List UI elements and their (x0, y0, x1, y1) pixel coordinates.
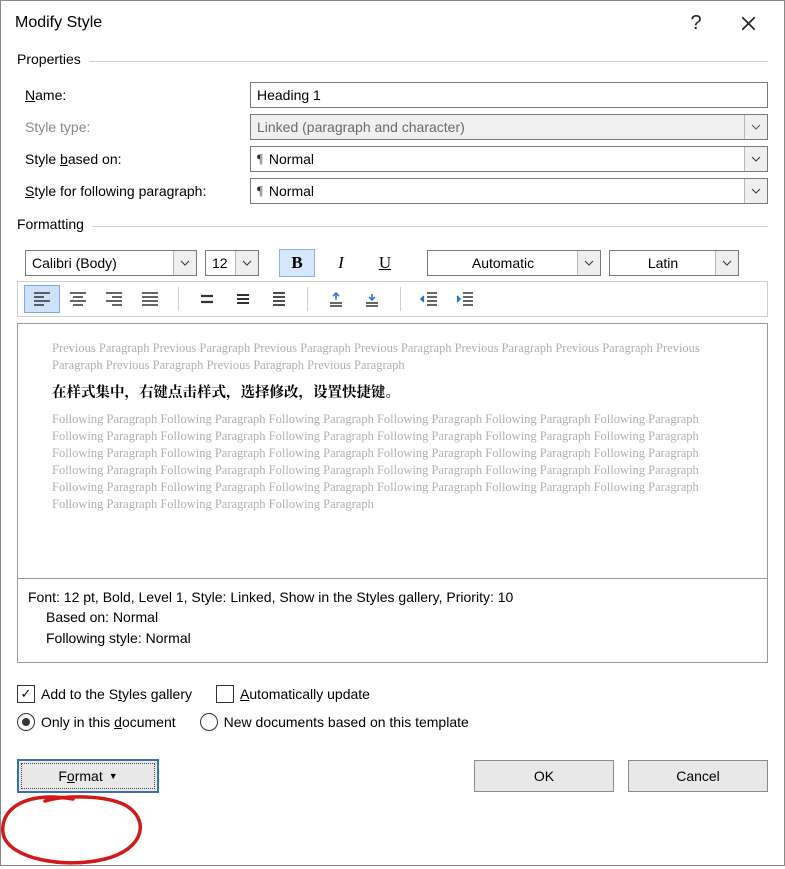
font-size-combo[interactable]: 12 (205, 250, 259, 276)
style-type-label: Style type: (17, 119, 250, 135)
separator (307, 287, 308, 311)
checkbox-checked-icon: ✓ (17, 685, 35, 703)
style-description: Font: 12 pt, Bold, Level 1, Style: Linke… (17, 579, 768, 663)
space-before-decrease-button[interactable] (354, 285, 390, 313)
preview-previous-text: Previous Paragraph Previous Paragraph Pr… (52, 340, 733, 374)
chevron-down-icon[interactable] (173, 251, 196, 275)
font-color-combo[interactable]: Automatic (427, 250, 601, 276)
increase-indent-button[interactable] (447, 285, 483, 313)
chevron-down-icon[interactable] (577, 251, 600, 275)
dialog-button-row: Format ▼ OK Cancel (17, 759, 768, 793)
chevron-down-icon[interactable] (744, 179, 767, 203)
modify-style-dialog: Modify Style ? Properties Name: Style ty… (0, 0, 785, 866)
dropdown-caret-icon: ▼ (109, 771, 118, 781)
chevron-down-icon (744, 115, 767, 139)
style-type-value: Linked (paragraph and character) (257, 119, 465, 135)
options-area: ✓ Add to the Styles gallery Automaticall… (17, 681, 768, 741)
add-to-styles-gallery-checkbox[interactable]: ✓ Add to the Styles gallery (17, 685, 192, 703)
description-line: Font: 12 pt, Bold, Level 1, Style: Linke… (28, 587, 757, 607)
title-bar: Modify Style ? (1, 1, 784, 45)
name-label: Name: (17, 87, 250, 103)
separator (400, 287, 401, 311)
properties-group-label: Properties (17, 51, 89, 67)
line-spacing-single-button[interactable] (189, 285, 225, 313)
separator (178, 287, 179, 311)
radio-unselected-icon (200, 713, 218, 731)
italic-button[interactable]: I (323, 249, 359, 277)
description-line: Based on: Normal (28, 607, 757, 627)
font-name-value: Calibri (Body) (32, 255, 117, 271)
paragraph-toolbar (17, 281, 768, 317)
name-input[interactable] (250, 82, 768, 108)
pilcrow-icon: ¶ (257, 151, 263, 167)
chevron-down-icon[interactable] (235, 251, 258, 275)
only-in-this-document-radio[interactable]: Only in this document (17, 713, 176, 731)
script-value: Latin (648, 255, 678, 271)
cancel-button[interactable]: Cancel (628, 760, 768, 792)
bold-button[interactable]: B (279, 249, 315, 277)
close-icon (741, 16, 756, 31)
line-spacing-medium-button[interactable] (225, 285, 261, 313)
line-spacing-double-button[interactable] (261, 285, 297, 313)
preview-sample-text: 在样式集中，右键点击样式，选择修改，设置快捷键。 (52, 382, 733, 402)
chevron-down-icon[interactable] (744, 147, 767, 171)
style-preview: Previous Paragraph Previous Paragraph Pr… (17, 323, 768, 579)
chevron-down-icon[interactable] (715, 251, 738, 275)
underline-button[interactable]: U (367, 249, 403, 277)
ok-button[interactable]: OK (474, 760, 614, 792)
following-paragraph-combo[interactable]: ¶ Normal (250, 178, 768, 204)
formatting-group-label: Formatting (17, 216, 92, 232)
checkbox-unchecked-icon (216, 685, 234, 703)
properties-group: Properties Name: Style type: Linked (par… (17, 61, 768, 210)
formatting-group: Formatting Calibri (Body) 12 B I U Autom… (17, 226, 768, 663)
automatically-update-checkbox[interactable]: Automatically update (216, 685, 370, 703)
help-button[interactable]: ? (674, 2, 718, 44)
format-button[interactable]: Format ▼ (17, 759, 159, 793)
close-button[interactable] (726, 2, 770, 44)
following-paragraph-label: Style for following paragraph: (17, 183, 250, 199)
based-on-value: Normal (269, 151, 314, 167)
align-center-button[interactable] (60, 285, 96, 313)
preview-following-text: Following Paragraph Following Paragraph … (52, 411, 733, 512)
radio-selected-icon (17, 713, 35, 731)
style-type-combo: Linked (paragraph and character) (250, 114, 768, 140)
align-justify-button[interactable] (132, 285, 168, 313)
font-name-combo[interactable]: Calibri (Body) (25, 250, 197, 276)
decrease-indent-button[interactable] (411, 285, 447, 313)
based-on-combo[interactable]: ¶ Normal (250, 146, 768, 172)
dialog-title: Modify Style (15, 14, 674, 32)
following-paragraph-value: Normal (269, 183, 314, 199)
based-on-label: Style based on: (17, 151, 250, 167)
description-line: Following style: Normal (28, 628, 757, 648)
align-left-button[interactable] (24, 285, 60, 313)
new-documents-template-radio[interactable]: New documents based on this template (200, 713, 469, 731)
font-size-value: 12 (212, 255, 228, 271)
space-before-increase-button[interactable] (318, 285, 354, 313)
script-combo[interactable]: Latin (609, 250, 739, 276)
pilcrow-icon: ¶ (257, 183, 263, 199)
font-color-value: Automatic (472, 255, 534, 271)
align-right-button[interactable] (96, 285, 132, 313)
